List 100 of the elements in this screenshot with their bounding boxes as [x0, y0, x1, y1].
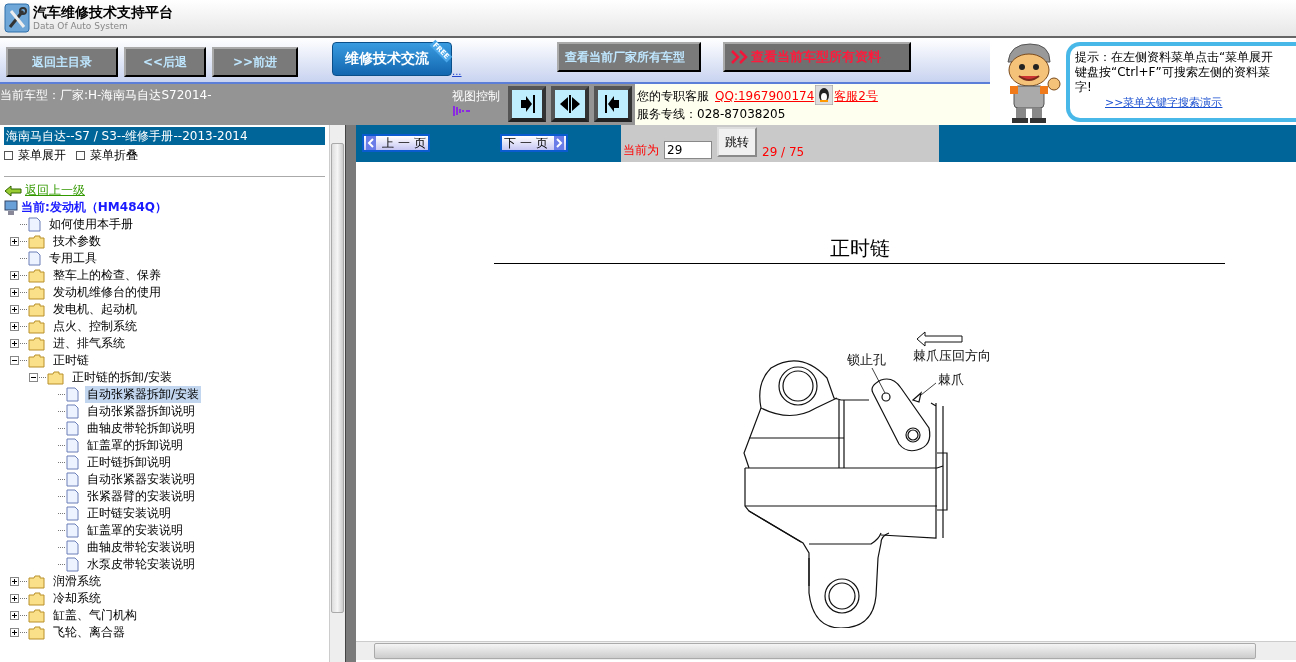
tree-item[interactable]: 发电机、起动机 — [51, 301, 139, 318]
tree-item[interactable]: 如何使用本手册 — [47, 216, 135, 233]
expander-icon[interactable] — [10, 356, 19, 365]
expander-icon[interactable] — [10, 594, 19, 603]
folder-icon — [28, 268, 45, 283]
tree-item[interactable]: 技术参数 — [51, 233, 103, 250]
tree-item[interactable]: 正时链的拆卸/安装 — [70, 369, 175, 386]
next-page-button[interactable]: 下 一 页 — [500, 134, 568, 152]
folder-icon — [28, 302, 45, 317]
document-icon — [66, 472, 79, 487]
penguin-icon — [815, 85, 834, 105]
hotline-text: 服务专线：028-87038205 — [637, 106, 786, 123]
agent-link[interactable]: 客服2号 — [834, 87, 878, 105]
tree-item[interactable]: 自动张紧器拆卸说明 — [85, 403, 197, 420]
tree-item[interactable]: 发动机维修台的使用 — [51, 284, 163, 301]
tree-item[interactable]: 自动张紧器安装说明 — [85, 471, 197, 488]
speaker-icon — [452, 105, 472, 117]
tree-item[interactable]: 正时链 — [51, 352, 91, 369]
vertical-scrollbar[interactable] — [329, 125, 345, 662]
tree-item[interactable]: 点火、控制系统 — [51, 318, 139, 335]
tip-text: 键盘按“Ctrl+F”可搜索左侧的资料菜 — [1075, 64, 1271, 80]
current-page-label: 当前为 — [623, 142, 659, 159]
prev-page-button[interactable]: 上 一 页 — [362, 134, 430, 152]
document-icon — [66, 387, 79, 402]
tree-item[interactable]: 专用工具 — [47, 250, 99, 267]
expander-icon[interactable] — [10, 237, 19, 246]
back-link[interactable]: 返回上一级 — [25, 182, 85, 199]
view-control-label: 视图控制 — [452, 88, 501, 105]
tip-text: 提示：在左侧资料菜单点击“菜单展开 — [1075, 49, 1275, 65]
qq-link[interactable]: QQ:1967900174 — [715, 87, 815, 105]
leader-line — [871, 367, 886, 394]
search-demo-link[interactable]: >>菜单关键字搜索演示 — [1105, 94, 1296, 110]
document-icon — [66, 557, 79, 572]
tree-item[interactable]: 水泵皮带轮安装说明 — [85, 556, 197, 573]
document-icon — [66, 523, 79, 538]
folder-icon — [28, 608, 45, 623]
view-button[interactable] — [594, 86, 632, 122]
document-icon — [28, 217, 41, 232]
view-button[interactable] — [508, 86, 546, 122]
more-link[interactable]: ... — [452, 66, 462, 77]
figure-label: 棘爪压回方向 — [913, 348, 991, 363]
expander-icon[interactable] — [10, 339, 19, 348]
figure-label: 锁止孔 — [847, 352, 886, 367]
tree-item[interactable]: 曲轴皮带轮拆卸说明 — [85, 420, 197, 437]
expander-icon[interactable] — [10, 271, 19, 280]
back-arrow-icon — [4, 184, 22, 197]
jump-button[interactable]: 跳转 — [717, 127, 757, 157]
document-icon — [66, 421, 79, 436]
tree-item[interactable]: 缸盖罩的安装说明 — [85, 522, 185, 539]
expander-icon[interactable] — [10, 288, 19, 297]
tree-item[interactable]: 缸盖、气门机构 — [51, 607, 139, 624]
left-arrow-icon — [366, 136, 376, 150]
expander-icon[interactable] — [10, 577, 19, 586]
tree-item[interactable]: 缸盖罩的拆卸说明 — [85, 437, 185, 454]
tree-item[interactable]: 飞轮、离合器 — [51, 624, 127, 641]
arrows-inward-icon — [559, 94, 581, 114]
document-icon — [66, 455, 79, 470]
folder-icon — [28, 591, 45, 606]
arrow-left-bar-icon — [604, 94, 622, 114]
folder-icon — [28, 319, 45, 334]
tree-item[interactable]: 正时链安装说明 — [85, 505, 173, 522]
computer-icon — [4, 199, 18, 216]
document-icon — [66, 506, 79, 521]
menu-action-link[interactable]: 菜单展开 — [4, 147, 66, 176]
expander-icon[interactable] — [10, 628, 19, 637]
tree-item[interactable]: 整车上的检查、保养 — [51, 267, 163, 284]
tree-item[interactable]: 润滑系统 — [51, 573, 103, 590]
app-subtitle: Data Of Auto System — [33, 22, 129, 31]
document-icon — [66, 489, 79, 504]
tree-item[interactable]: 冷却系统 — [51, 590, 103, 607]
tip-text: 字! — [1075, 79, 1093, 95]
service-label: 您的专职客服 — [637, 88, 709, 105]
current-model-text: 当前车型：厂家:H-海南马自达S72014- — [0, 87, 213, 104]
tree-item[interactable]: 正时链拆卸说明 — [85, 454, 173, 471]
current-section: 当前:发动机（HM484Q） — [21, 199, 168, 216]
view-button[interactable] — [551, 86, 589, 122]
right-arrow-icon — [554, 136, 564, 150]
menu-action-link[interactable]: 菜单折叠 — [76, 147, 138, 176]
arrow-right-bar-icon — [518, 94, 536, 114]
folder-icon — [28, 336, 45, 351]
document-icon — [66, 540, 79, 555]
tree-item[interactable]: 自动张紧器拆卸/安装 — [85, 386, 202, 403]
page-input[interactable]: 29 — [664, 141, 712, 159]
wrench-screwdriver-icon — [4, 3, 30, 33]
document-icon — [66, 438, 79, 453]
horizontal-scrollbar[interactable] — [356, 641, 1296, 660]
folder-icon — [28, 234, 45, 249]
expander-icon[interactable] — [10, 305, 19, 314]
tree-item[interactable]: 张紧器臂的安装说明 — [85, 488, 197, 505]
tree-item[interactable]: 曲轴皮带轮安装说明 — [85, 539, 197, 556]
tree-item[interactable]: 进、排气系统 — [51, 335, 127, 352]
expander-icon[interactable] — [29, 373, 38, 382]
double-chevron-icon — [730, 50, 749, 64]
expander-icon[interactable] — [10, 611, 19, 620]
folder-icon — [28, 574, 45, 589]
document-icon — [66, 404, 79, 419]
folder-icon — [28, 353, 45, 368]
page-count: 29 / 75 — [762, 145, 805, 159]
app-title: 汽车维修技术支持平台 — [33, 5, 173, 19]
expander-icon[interactable] — [10, 322, 19, 331]
